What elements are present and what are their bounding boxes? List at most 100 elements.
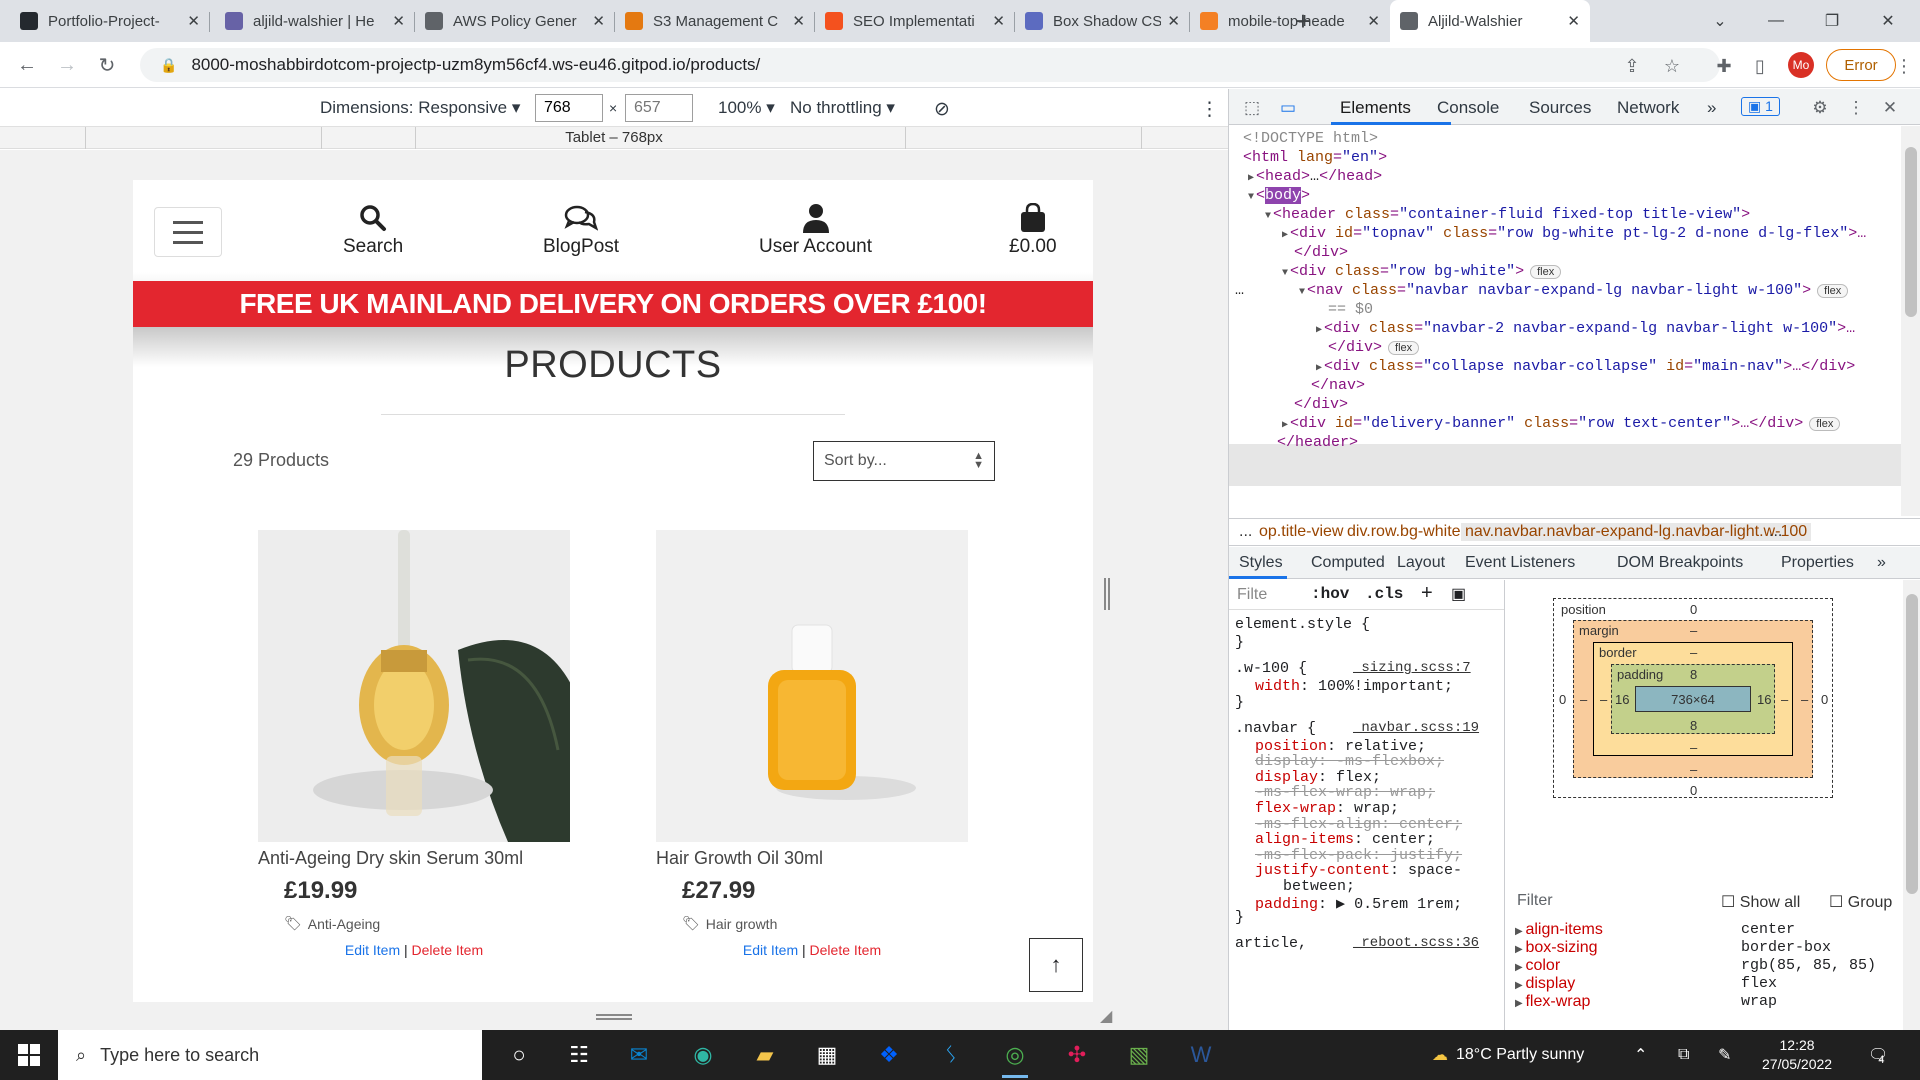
style-property-value[interactable]: center;	[1372, 831, 1435, 848]
more-tabs-icon[interactable]: »	[1707, 98, 1716, 118]
expand-arrow-icon[interactable]: ▶	[1248, 173, 1254, 184]
dom-node-line[interactable]: <!DOCTYPE html>	[1243, 130, 1378, 147]
product-category[interactable]: 🏷 Anti-Ageing	[258, 915, 570, 932]
close-tab-icon[interactable]: ✕	[592, 12, 605, 30]
product-image-serum[interactable]	[258, 530, 570, 842]
style-property-name[interactable]: align-items	[1255, 831, 1354, 848]
style-source-link[interactable]: _sizing.scss:7	[1353, 660, 1471, 676]
network-icon[interactable]: ⧉	[1678, 1030, 1689, 1080]
browser-tab[interactable]: Aljild-Walshier ✕	[1390, 0, 1590, 42]
back-to-top-button[interactable]: ↑	[1029, 938, 1083, 992]
flex-badge[interactable]: flex	[1809, 417, 1841, 431]
computed-property-row[interactable]: ▶ display flex	[1515, 975, 1777, 993]
style-property-name[interactable]: width	[1255, 678, 1300, 695]
delete-item-link[interactable]: Delete Item	[810, 942, 882, 958]
style-rule-line[interactable]: -ms-flex-align: center;	[1255, 816, 1462, 833]
dom-node-line[interactable]: </header>	[1277, 434, 1358, 451]
expand-arrow-icon[interactable]: ▶	[1515, 998, 1525, 1009]
style-rule-line[interactable]: justify-content: space-	[1255, 862, 1462, 879]
url-bar[interactable]: 🔒 8000-moshabbirdotcom-projectp-uzm8ym56…	[140, 48, 1720, 82]
nav-user-account[interactable]: User Account	[759, 200, 872, 258]
weather-widget[interactable]: ☁ 18°C Partly sunny	[1432, 1030, 1584, 1080]
browser-tab[interactable]: aljild-walshier | He ✕	[215, 0, 415, 42]
style-rule-line[interactable]: display: flex;	[1255, 769, 1381, 786]
show-all-checkbox[interactable]: ☐ Show all	[1721, 892, 1800, 912]
forward-arrow-icon[interactable]: →	[52, 50, 82, 80]
device-menu-icon[interactable]: ⋮	[1200, 98, 1219, 121]
zoom-select[interactable]: 100% ▾	[718, 98, 775, 118]
styles-filter-input[interactable]: Filte	[1237, 586, 1267, 604]
computed-sidebar-toggle-icon[interactable]: ▣	[1451, 584, 1466, 604]
style-source-link[interactable]: _reboot.scss:36	[1353, 935, 1479, 951]
styles-subtab[interactable]: Computed	[1311, 554, 1385, 572]
close-tab-icon[interactable]: ✕	[1567, 12, 1580, 30]
expand-arrow-icon[interactable]: ▼	[1248, 192, 1254, 203]
viewport-resize-handle-bottom[interactable]	[596, 1014, 632, 1020]
styles-subtab[interactable]: Properties	[1781, 554, 1854, 572]
back-arrow-icon[interactable]: ←	[12, 50, 42, 80]
dom-node-line[interactable]: </div>	[1294, 396, 1348, 413]
computed-property-row[interactable]: ▶ box-sizing border-box	[1515, 939, 1831, 957]
style-rule-line[interactable]: width: 100%!important;	[1255, 678, 1453, 695]
tab-console[interactable]: Console	[1437, 98, 1499, 118]
browser-tab[interactable]: SEO Implementati ✕	[815, 0, 1015, 42]
extensions-puzzle-icon[interactable]: ✚	[1710, 52, 1738, 80]
expand-arrow-icon[interactable]: ▶	[1515, 926, 1525, 937]
breadcrumb-item[interactable]: nav.navbar.navbar-expand-lg.navbar-light…	[1461, 523, 1812, 541]
expand-arrow-icon[interactable]: ▼	[1265, 211, 1271, 222]
rotate-icon[interactable]: ⊘	[934, 98, 950, 121]
style-rule-line[interactable]: .w-100 {_sizing.scss:7	[1235, 660, 1471, 677]
chrome-icon[interactable]: ◎	[996, 1038, 1034, 1078]
dom-node-line[interactable]: ▼ <header class="container-fluid fixed-to…	[1265, 206, 1750, 223]
notifications-icon[interactable]: 🗨 4	[1868, 1030, 1888, 1080]
taskbar-search-box[interactable]: ⌕ Type here to search	[58, 1030, 482, 1080]
dom-node-line[interactable]: ▶ <div class="collapse navbar-collapse" i…	[1316, 358, 1855, 375]
sort-select[interactable]: Sort by... ▲ ▼	[813, 441, 995, 481]
style-property-name[interactable]: display	[1255, 769, 1318, 786]
image-editor-icon[interactable]: ▧	[1120, 1038, 1158, 1072]
dom-node-actions-icon[interactable]: …	[1235, 282, 1244, 299]
dom-scrollbar-thumb[interactable]	[1905, 147, 1917, 317]
breadcrumb-item[interactable]: ...	[1239, 523, 1252, 541]
viewport-width-input[interactable]	[535, 94, 603, 122]
nav-search[interactable]: Search	[343, 200, 403, 258]
flex-badge[interactable]: flex	[1530, 265, 1562, 279]
style-rule-line[interactable]: -ms-flex-pack: justify;	[1255, 847, 1462, 864]
microsoft-store-icon[interactable]: ▦	[808, 1038, 846, 1072]
style-rule-line[interactable]: between;	[1283, 878, 1355, 895]
dom-node-line[interactable]: ▶ <div id="delivery-banner" class="row te…	[1282, 415, 1841, 432]
expand-arrow-icon[interactable]: ▶	[1515, 962, 1525, 973]
issues-badge[interactable]: ▣ 1	[1741, 97, 1780, 116]
pen-icon[interactable]: ✎	[1718, 1030, 1731, 1080]
style-property-value[interactable]: 100%!important;	[1318, 678, 1453, 695]
style-property-name[interactable]: position	[1255, 738, 1327, 755]
dom-node-line[interactable]: ▶ <head>…</head>	[1248, 168, 1382, 185]
mail-icon[interactable]: ✉	[620, 1038, 658, 1072]
dom-node-line[interactable]: == $0	[1328, 301, 1373, 318]
style-rule-line[interactable]: flex-wrap: wrap;	[1255, 800, 1399, 817]
style-rule-line[interactable]: position: relative;	[1255, 738, 1426, 755]
dom-node-line[interactable]: ▼ <div class="row bg-white"> flex	[1282, 263, 1562, 280]
overridden-property[interactable]: display: -ms-flexbox;	[1255, 753, 1444, 770]
flex-badge[interactable]: flex	[1388, 341, 1420, 355]
dom-node-line[interactable]: ▶ <div id="topnav" class="row bg-white pt…	[1282, 225, 1866, 242]
edge-icon[interactable]: ◉	[684, 1038, 722, 1072]
style-rule-line[interactable]: }	[1235, 634, 1244, 651]
product-category[interactable]: 🏷 Hair growth	[656, 915, 968, 932]
computed-property-row[interactable]: ▶ color rgb(85, 85, 85)	[1515, 957, 1876, 975]
close-tab-icon[interactable]: ✕	[187, 12, 200, 30]
expand-arrow-icon[interactable]: ▶	[1515, 980, 1525, 991]
dom-node-line[interactable]: ▼ <body>	[1248, 187, 1310, 204]
style-property-name[interactable]: justify-content	[1255, 862, 1390, 879]
style-rule-line[interactable]: .navbar {_navbar.scss:19	[1235, 720, 1479, 737]
side-panel-icon[interactable]: ▯	[1746, 52, 1774, 80]
bookmark-star-icon[interactable]: ☆	[1658, 52, 1686, 80]
style-property-value[interactable]: relative;	[1345, 738, 1426, 755]
error-button[interactable]: Error	[1826, 49, 1896, 81]
breadcrumb-item[interactable]: op.title-view	[1259, 523, 1343, 541]
browser-tab[interactable]: Box Shadow CSS ✕	[1015, 0, 1190, 42]
expand-arrow-icon[interactable]: ▶	[1282, 230, 1288, 241]
cls-toggle[interactable]: .cls	[1365, 585, 1403, 603]
dom-node-line[interactable]: ▼ <nav class="navbar navbar-expand-lg nav…	[1299, 282, 1849, 299]
style-rule-line[interactable]: align-items: center;	[1255, 831, 1435, 848]
